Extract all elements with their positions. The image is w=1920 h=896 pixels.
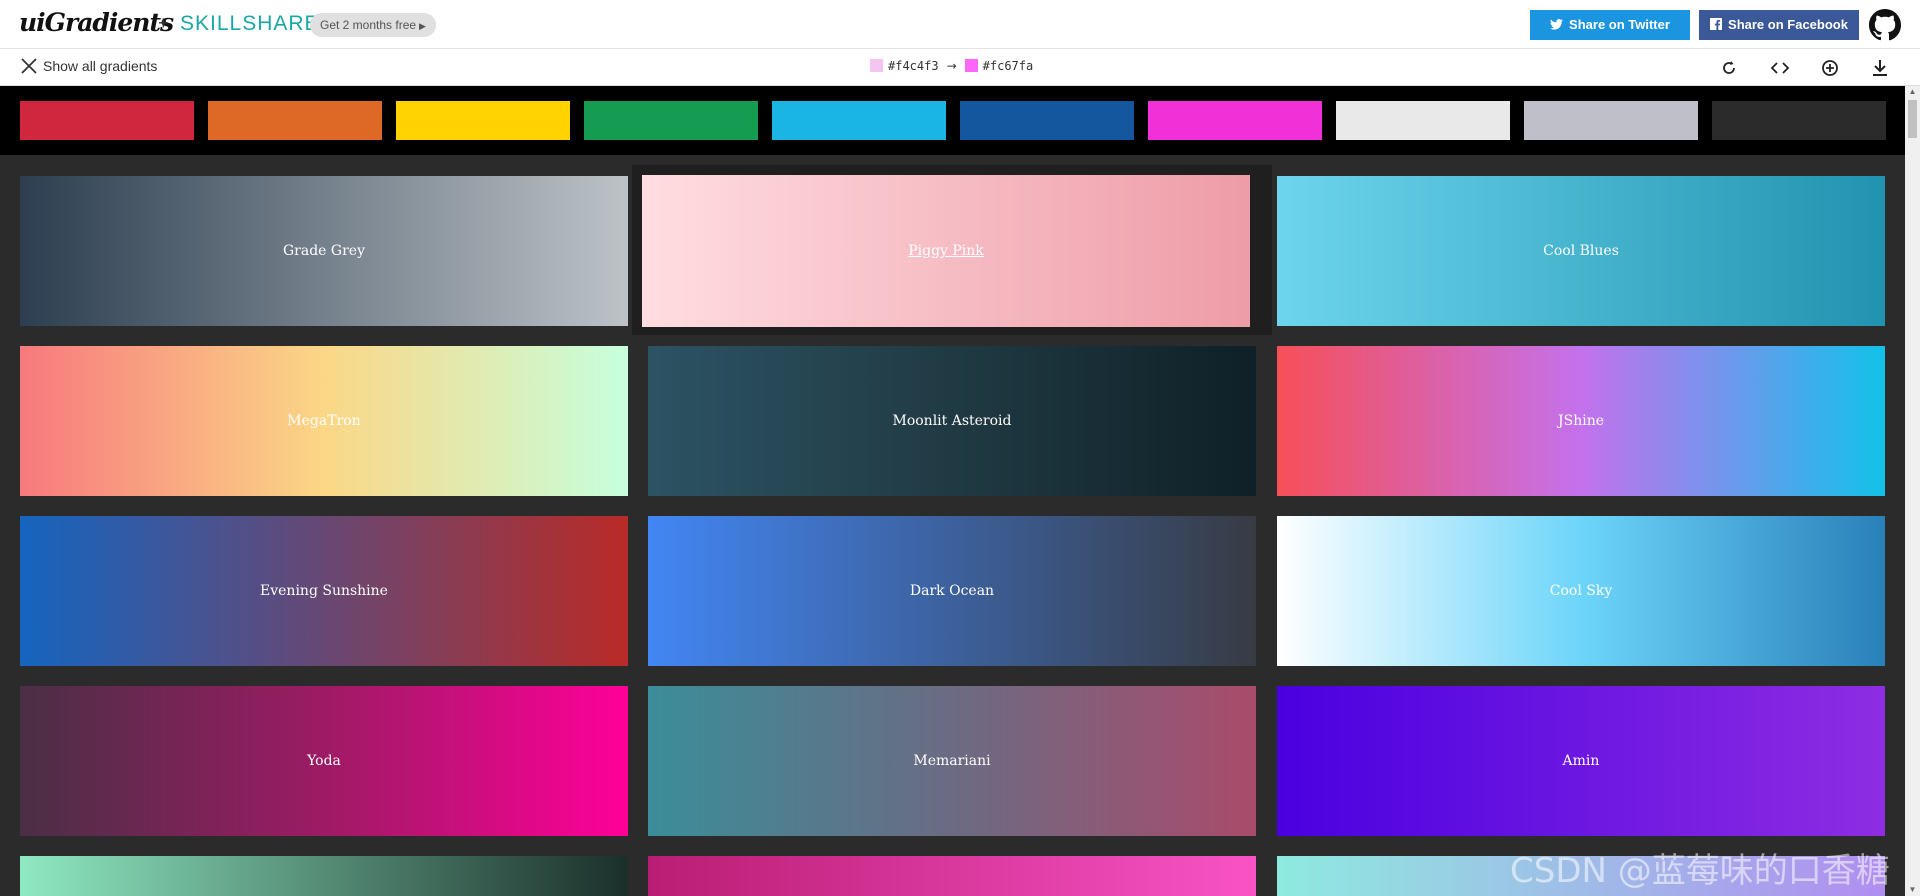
filter-magenta[interactable] (1148, 101, 1322, 140)
gradient-grid: Grade Grey Piggy Pink Cool Blues MegaTro… (0, 155, 1905, 896)
rotate-icon[interactable] (1718, 57, 1740, 79)
gradient-card[interactable]: Amin (1277, 686, 1885, 836)
filter-white[interactable] (1336, 101, 1510, 140)
gradient-name: Piggy Pink (908, 243, 984, 259)
show-all-label: Show all gradients (43, 58, 158, 75)
gradient-card[interactable]: Moonlit Asteroid (648, 346, 1256, 496)
gradient-card-active[interactable]: Piggy Pink (642, 175, 1250, 327)
scroll-down-arrow-icon[interactable]: ▼ (1905, 884, 1920, 896)
gradient-card[interactable] (20, 856, 628, 896)
gradient-card[interactable]: Cool Sky (1277, 516, 1885, 666)
filter-yellow[interactable] (396, 101, 570, 140)
vertical-scrollbar[interactable]: ▲ ▼ (1905, 86, 1920, 896)
filter-green[interactable] (584, 101, 758, 140)
color-to-hex[interactable]: #fc67fa (983, 59, 1034, 73)
gradient-card[interactable]: Yoda (20, 686, 628, 836)
gradient-name: Amin (1562, 753, 1600, 769)
promo-label: Get 2 months free (320, 18, 417, 32)
top-header: uiGradients + SKILLSHARE Get 2 months fr… (0, 0, 1920, 49)
share-facebook-label: Share on Facebook (1728, 17, 1848, 32)
gradient-toolbar: Show all gradients #f4c4f3 → #fc67fa (0, 49, 1920, 86)
filter-red[interactable] (20, 101, 194, 140)
filter-orange[interactable] (208, 101, 382, 140)
show-all-gradients-button[interactable]: Show all gradients (21, 58, 157, 77)
gradient-name: Cool Blues (1543, 243, 1619, 259)
github-icon[interactable] (1869, 9, 1902, 41)
uigradients-logo[interactable]: uiGradients (19, 8, 174, 37)
filter-black[interactable] (1712, 101, 1886, 140)
gradient-card[interactable]: Grade Grey (20, 176, 628, 326)
gradient-card[interactable]: JShine (1277, 346, 1885, 496)
code-icon[interactable] (1769, 57, 1791, 79)
gradient-card[interactable]: MegaTron (20, 346, 628, 496)
download-icon[interactable] (1869, 57, 1891, 79)
gradient-name: Yoda (307, 753, 341, 769)
share-twitter-label: Share on Twitter (1569, 17, 1670, 32)
twitter-icon (1550, 10, 1564, 40)
gradient-card[interactable]: Dark Ocean (648, 516, 1256, 666)
filter-grey[interactable] (1524, 101, 1698, 140)
caret-right-icon: ▶ (419, 21, 426, 31)
skillshare-logo[interactable]: SKILLSHARE (180, 12, 320, 36)
gradient-card[interactable]: Cool Blues (1277, 176, 1885, 326)
gradient-card[interactable]: Memariani (648, 686, 1256, 836)
gradient-name: Memariani (913, 753, 991, 769)
add-gradient-icon[interactable] (1819, 57, 1841, 79)
share-facebook-button[interactable]: Share on Facebook (1699, 10, 1859, 40)
gradient-name: Dark Ocean (909, 583, 995, 599)
facebook-icon (1710, 10, 1723, 40)
plus-sign: + (158, 13, 169, 33)
scroll-thumb[interactable] (1908, 100, 1917, 138)
filter-blue[interactable] (960, 101, 1134, 140)
current-gradient-colors: #f4c4f3 → #fc67fa (870, 59, 1033, 73)
filter-cyan[interactable] (772, 101, 946, 140)
arrow-right-icon: → (946, 59, 957, 73)
gradient-card[interactable]: Evening Sunshine (20, 516, 628, 666)
gradient-card[interactable] (648, 856, 1256, 896)
color-to-swatch (964, 59, 978, 72)
csdn-watermark: CSDN @蓝莓味的口香糖 (1510, 851, 1890, 891)
color-filter-bar (0, 86, 1905, 155)
gradient-name: Grade Grey (283, 243, 365, 259)
gradient-name: Cool Sky (1549, 583, 1613, 599)
scroll-up-arrow-icon[interactable]: ▲ (1905, 86, 1920, 98)
gradient-name: MegaTron (287, 413, 361, 429)
share-twitter-button[interactable]: Share on Twitter (1530, 10, 1690, 40)
gradient-name: Evening Sunshine (260, 583, 388, 599)
color-from-hex[interactable]: #f4c4f3 (888, 59, 939, 73)
gradient-name: JShine (1558, 413, 1604, 429)
color-from-swatch (870, 59, 883, 72)
close-icon (21, 58, 37, 77)
promo-button[interactable]: Get 2 months free ▶ (310, 13, 436, 37)
gradient-name: Moonlit Asteroid (892, 413, 1012, 429)
